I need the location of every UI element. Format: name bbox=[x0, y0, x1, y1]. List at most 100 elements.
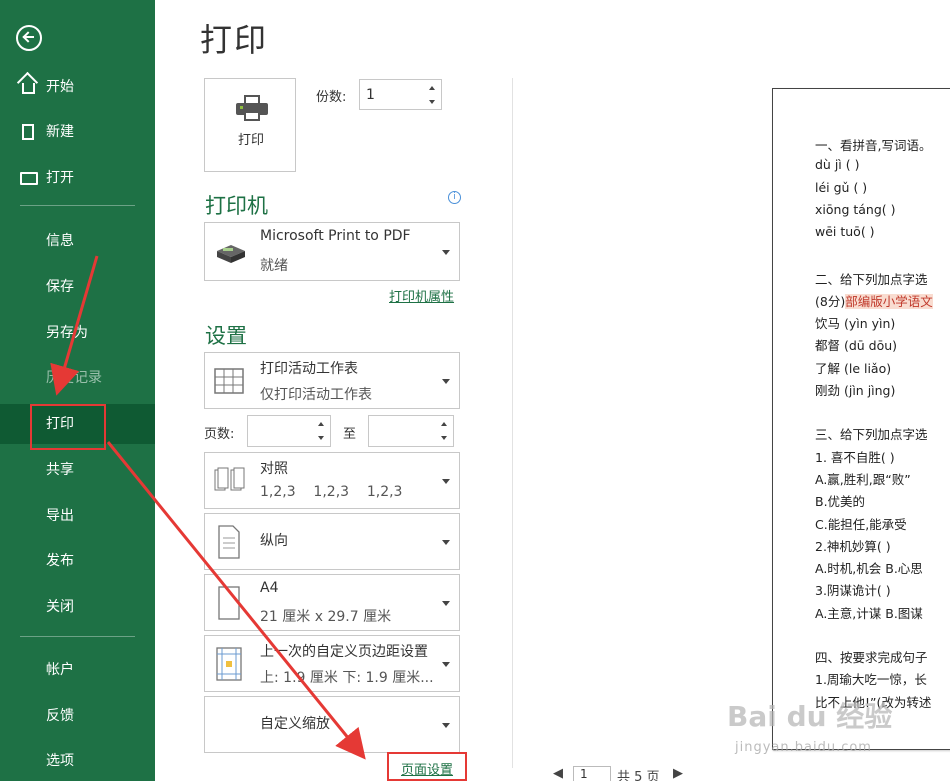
sidebar-item-options[interactable]: 选项 bbox=[0, 741, 155, 781]
chevron-down-icon bbox=[442, 378, 450, 384]
sidebar-item-close[interactable]: 关闭 bbox=[0, 587, 155, 627]
sidebar-item-save-as[interactable]: 另存为 bbox=[0, 313, 155, 353]
baidu-watermark-logo: Bai du 经验 bbox=[727, 700, 893, 733]
info-icon[interactable]: i bbox=[448, 191, 461, 204]
next-page-icon[interactable]: ▶ bbox=[673, 766, 683, 781]
baidu-watermark-url: jingyan.baidu.com bbox=[735, 740, 872, 755]
sidebar-item-label: 信息 bbox=[46, 233, 74, 249]
preview-text-line: 1.周瑜大吃一惊，长 bbox=[815, 672, 927, 688]
collate-secondary: 1,2,3 1,2,3 1,2,3 bbox=[260, 484, 403, 500]
sidebar-item-feedback[interactable]: 反馈 bbox=[0, 696, 155, 736]
printer-status: 就绪 bbox=[260, 258, 288, 274]
sidebar-item-account[interactable]: 帐户 bbox=[0, 650, 155, 690]
preview-text-line: 刚劲 (jìn jìng) bbox=[815, 383, 896, 398]
chevron-down-icon bbox=[442, 600, 450, 606]
page-setup-link[interactable]: 页面设置 bbox=[401, 759, 453, 778]
paper-size-secondary: 21 厘米 x 29.7 厘米 bbox=[260, 609, 392, 625]
preview-text-line: 二、给下列加点字选 bbox=[815, 271, 928, 287]
printer-name: Microsoft Print to PDF bbox=[260, 228, 411, 244]
scope-secondary: 仅打印活动工作表 bbox=[260, 387, 372, 403]
preview-text-line: 2.神机妙算( ) bbox=[815, 538, 891, 554]
page-total: 共 5 页 bbox=[617, 770, 660, 781]
back-arrow-icon[interactable] bbox=[16, 25, 42, 51]
preview-text-line: B.优美的 bbox=[815, 494, 866, 510]
preview-text-line: xiōng táng( ) bbox=[815, 201, 896, 217]
sidebar-item-share[interactable]: 共享 bbox=[0, 450, 155, 490]
paper-size-icon bbox=[218, 586, 240, 620]
sidebar-item-label: 反馈 bbox=[46, 708, 74, 724]
preview-text-line: wēi tuō( ) bbox=[815, 224, 875, 240]
orientation-value: 纵向 bbox=[260, 533, 288, 549]
sidebar-item-label: 打开 bbox=[46, 170, 74, 186]
chevron-down-icon bbox=[442, 539, 450, 545]
prev-page-icon[interactable]: ◀ bbox=[553, 766, 563, 781]
printer-select[interactable]: Microsoft Print to PDF 就绪 bbox=[204, 222, 460, 281]
margins-select[interactable]: 上一次的自定义页边距设置 上: 1.9 厘米 下: 1.9 厘米... bbox=[204, 635, 460, 692]
orientation-select[interactable]: 纵向 bbox=[204, 513, 460, 570]
paper-size-select[interactable]: A4 21 厘米 x 29.7 厘米 bbox=[204, 574, 460, 631]
preview-highlight: 部编版小学语文 bbox=[845, 293, 933, 309]
sidebar-item-label: 帐户 bbox=[46, 662, 74, 678]
print-preview-page: 一、看拼音,写词语。 dù jì ( ) léi gǔ ( ) xiōng táng(… bbox=[772, 88, 950, 750]
panel-separator bbox=[512, 78, 513, 768]
sidebar-item-label: 导出 bbox=[46, 508, 74, 524]
copies-label: 份数: bbox=[316, 90, 347, 105]
preview-text-line: 饮马 (yìn yìn) bbox=[815, 316, 896, 332]
sidebar-item-label: 打印 bbox=[46, 416, 74, 432]
chevron-down-icon bbox=[442, 249, 450, 255]
sidebar-item-home[interactable]: 开始 bbox=[0, 67, 155, 107]
preview-text-line: 三、给下列加点字选 bbox=[815, 427, 928, 443]
margins-icon bbox=[216, 647, 242, 681]
open-folder-icon bbox=[20, 172, 38, 185]
sidebar-item-open[interactable]: 打开 bbox=[0, 158, 155, 198]
sidebar-item-publish[interactable]: 发布 bbox=[0, 541, 155, 581]
sidebar-item-label: 关闭 bbox=[46, 599, 74, 615]
page-number-input[interactable]: 1 bbox=[573, 766, 611, 781]
scaling-select[interactable]: 自定义缩放 bbox=[204, 696, 460, 753]
scaling-value: 自定义缩放 bbox=[260, 716, 330, 732]
sidebar-item-info[interactable]: 信息 bbox=[0, 221, 155, 261]
sidebar-item-label: 另存为 bbox=[46, 325, 88, 341]
print-button-label: 打印 bbox=[237, 133, 264, 148]
margins-primary: 上一次的自定义页边距设置 bbox=[260, 644, 428, 660]
sidebar-item-label: 开始 bbox=[46, 79, 74, 95]
scope-primary: 打印活动工作表 bbox=[260, 361, 358, 377]
spinner-arrows-icon[interactable] bbox=[428, 85, 436, 105]
sidebar-item-print[interactable]: 打印 bbox=[0, 404, 155, 444]
preview-text-line: 3.阴谋诡计( ) bbox=[815, 583, 891, 599]
new-document-icon bbox=[22, 124, 34, 140]
sidebar-divider bbox=[20, 205, 135, 206]
print-button[interactable]: 打印 bbox=[204, 78, 296, 172]
sidebar-item-save[interactable]: 保存 bbox=[0, 267, 155, 307]
page-from-input[interactable] bbox=[247, 415, 331, 447]
page-to-input[interactable] bbox=[368, 415, 454, 447]
preview-text-line: A.赢,胜利,跟“败” bbox=[815, 471, 911, 487]
page-title: 打印 bbox=[200, 21, 269, 59]
printer-section-title: 打印机 bbox=[205, 194, 268, 218]
backstage-sidebar: 开始 新建 打开 信息 保存 另存为 历史记录 打印 共享 导出 发布 关闭 帐… bbox=[0, 0, 155, 781]
collate-select[interactable]: 对照 1,2,3 1,2,3 1,2,3 bbox=[204, 452, 460, 509]
collate-pages-icon bbox=[214, 467, 245, 491]
chevron-down-icon bbox=[442, 478, 450, 484]
sidebar-item-history[interactable]: 历史记录 bbox=[0, 358, 155, 398]
home-icon bbox=[22, 83, 35, 94]
preview-text-line: léi gǔ ( ) bbox=[815, 179, 868, 195]
chevron-down-icon bbox=[442, 722, 450, 728]
to-label: 至 bbox=[343, 427, 357, 442]
print-scope-select[interactable]: 打印活动工作表 仅打印活动工作表 bbox=[204, 352, 460, 409]
sidebar-divider bbox=[20, 636, 135, 637]
preview-text-line: 都督 (dū dōu) bbox=[815, 338, 898, 354]
margins-secondary: 上: 1.9 厘米 下: 1.9 厘米... bbox=[260, 670, 434, 686]
printer-properties-link[interactable]: 打印机属性 bbox=[389, 286, 454, 305]
printer-icon bbox=[236, 95, 268, 121]
preview-text-line: 1. 喜不自胜( ) bbox=[815, 449, 895, 465]
sidebar-item-export[interactable]: 导出 bbox=[0, 496, 155, 536]
chevron-down-icon bbox=[442, 661, 450, 667]
preview-text-line: A.主意,计谋 B.图谋 bbox=[815, 605, 923, 621]
sidebar-item-new[interactable]: 新建 bbox=[0, 112, 155, 152]
copies-stepper[interactable]: 1 bbox=[359, 79, 442, 110]
sidebar-item-label: 新建 bbox=[46, 124, 74, 140]
preview-text-line: 四、按要求完成句子 bbox=[815, 650, 928, 665]
spinner-arrows-icon[interactable] bbox=[440, 421, 448, 441]
spinner-arrows-icon[interactable] bbox=[317, 421, 325, 441]
